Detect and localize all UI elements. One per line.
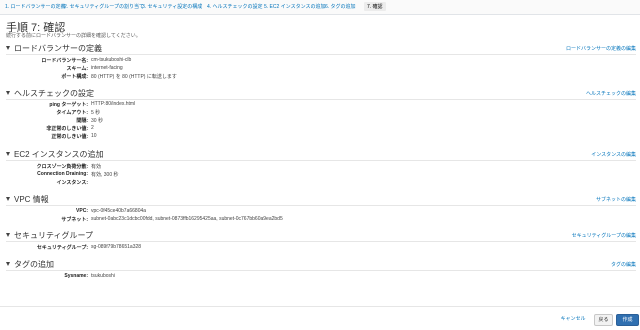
back-button[interactable]: 戻る [594,314,613,326]
detail-label: ロードバランサー名: [41,58,88,64]
section-ec2-instances: EC2 インスタンスの追加 インスタンスの編集 クロスゾーン負荷分散: 有効 C… [6,149,636,186]
divider [6,241,636,242]
collapse-triangle-icon[interactable] [6,262,10,266]
divider [6,160,636,161]
detail-label: サブネット: [61,217,88,223]
section-title: ヘルスチェックの設定 [14,89,94,98]
step-4-link[interactable]: 4. ヘルスチェックの設定 [207,3,263,10]
detail-value: vpc-0f45ce40b7a66804a [91,208,147,214]
collapse-triangle-icon[interactable] [6,91,10,95]
wizard-steps: 1. ロードバランサーの定義 2. セキュリティグループの割り当て 3. セキュ… [0,0,640,15]
footer-divider [0,306,640,307]
section-title: セキュリティグループ [14,231,94,240]
collapse-triangle-icon[interactable] [6,152,10,156]
section-title: タグの追加 [14,260,54,269]
section-security-groups: セキュリティグループ セキュリティグループの編集 セキュリティグループ: sg-… [6,230,636,251]
divider [6,54,636,55]
section-health-check: ヘルスチェックの設定 ヘルスチェックの編集 ping ターゲット: HTTP:8… [6,88,636,140]
detail-value: 10 [91,133,97,139]
step-6-link[interactable]: 6. タグの追加 [325,3,356,10]
detail-value: cm-tsukuboshi-clb [91,57,132,63]
detail-label: Connection Draining: [37,171,88,177]
detail-label: Sysname: [64,273,88,279]
step-5-link[interactable]: 5. EC2 インスタンスの追加 [264,3,325,10]
step-7-current: 7. 確認 [364,2,386,11]
section-header[interactable]: EC2 インスタンスの追加 インスタンスの編集 [6,149,636,159]
cancel-button[interactable]: キャンセル [559,314,587,325]
detail-value: sg-089f79b78651a328 [91,244,142,250]
section-title: EC2 インスタンスの追加 [14,150,104,159]
detail-value: 有効, 300 秒 [91,172,119,178]
section-load-balancer: ロードバランサーの定義 ロードバランサーの定義の編集 ロードバランサー名: cm… [6,43,636,80]
edit-subnets-link[interactable]: サブネットの編集 [596,196,636,203]
detail-label: タイムアウト: [56,110,88,116]
detail-value: 2 [91,125,94,131]
collapse-triangle-icon[interactable] [6,46,10,50]
divider [6,99,636,100]
create-button[interactable]: 作成 [616,314,639,326]
step-3-link[interactable]: 3. セキュリティ設定の構成 [142,3,202,10]
detail-value: 30 秒 [91,118,103,124]
section-tags: タグの追加 タグの編集 Sysname: tsukuboshi [6,259,636,279]
detail-label: クロスゾーン負荷分散: [36,164,88,170]
detail-label: ポート構成: [61,74,88,80]
detail-value: tsukuboshi [91,273,115,279]
detail-value: HTTP:80/index.html [91,101,136,107]
detail-value: subnet-0abc23c1dcbc00fdd, subnet-0873ffb… [91,216,283,222]
detail-label: VPC: [76,208,88,214]
edit-health-check-link[interactable]: ヘルスチェックの編集 [586,90,636,97]
detail-value: 5 秒 [91,110,101,116]
divider [6,205,636,206]
edit-tags-link[interactable]: タグの編集 [611,261,636,268]
edit-load-balancer-link[interactable]: ロードバランサーの定義の編集 [566,45,636,52]
edit-security-groups-link[interactable]: セキュリティグループの編集 [572,232,636,239]
detail-label: 間隔: [76,118,88,124]
detail-label: セキュリティグループ: [36,245,88,251]
detail-value: 有効 [91,164,102,170]
detail-label: 非正常のしきい値: [46,126,88,132]
edit-instances-link[interactable]: インスタンスの編集 [591,151,636,158]
section-header[interactable]: タグの追加 タグの編集 [6,259,636,269]
step-2-link[interactable]: 2. セキュリティグループの割り当て [64,3,144,10]
page-subtitle: 続行する前にロードバランサーの詳細を確認してください。 [6,33,141,39]
detail-label: インスタンス: [56,180,88,186]
divider [6,270,636,271]
detail-label: 正常のしきい値: [51,134,88,140]
detail-value: 80 (HTTP) を 80 (HTTP) に転送します [91,74,177,80]
section-header[interactable]: ロードバランサーの定義 ロードバランサーの定義の編集 [6,43,636,53]
detail-label: スキーム: [66,66,88,72]
section-header[interactable]: セキュリティグループ セキュリティグループの編集 [6,230,636,240]
collapse-triangle-icon[interactable] [6,197,10,201]
section-title: VPC 情報 [14,195,49,204]
detail-label: ping ターゲット: [49,102,88,108]
section-header[interactable]: VPC 情報 サブネットの編集 [6,194,636,204]
section-header[interactable]: ヘルスチェックの設定 ヘルスチェックの編集 [6,88,636,98]
detail-value: internet-facing [91,65,123,71]
section-vpc: VPC 情報 サブネットの編集 VPC: vpc-0f45ce40b7a6680… [6,194,636,223]
collapse-triangle-icon[interactable] [6,233,10,237]
step-1-link[interactable]: 1. ロードバランサーの定義 [5,3,66,10]
section-title: ロードバランサーの定義 [14,44,102,53]
